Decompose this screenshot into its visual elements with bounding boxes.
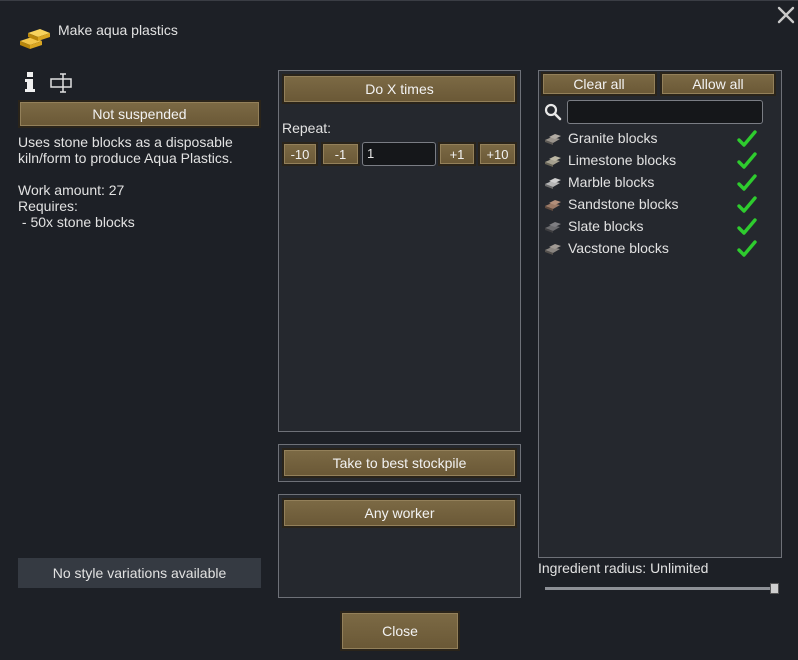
filter-item-label: Slate blocks [568,218,644,234]
filter-item[interactable]: Granite blocks [544,128,770,150]
allow-all-button[interactable]: Allow all [660,72,776,96]
repeat-label: Repeat: [282,120,332,136]
search-icon [544,103,562,121]
filter-search-input[interactable] [567,100,763,124]
filter-item[interactable]: Sandstone blocks [544,194,770,216]
slider-handle[interactable] [770,583,779,594]
decrease-1-button[interactable]: -1 [321,142,360,166]
requires-label: Requires: [18,198,78,214]
checkmark-icon[interactable] [736,194,758,216]
checkmark-icon[interactable] [736,172,758,194]
work-amount-text: Work amount: 27 [18,182,125,198]
gold-bars-icon [20,29,50,49]
filter-item[interactable]: Vacstone blocks [544,238,770,260]
repeat-mode-button[interactable]: Do X times [282,74,517,104]
worker-select-button[interactable]: Any worker [282,498,517,528]
style-variations-label: No style variations available [52,565,227,581]
filter-item-label: Granite blocks [568,130,658,146]
ingredient-radius-slider[interactable] [545,582,781,596]
checkmark-icon[interactable] [736,216,758,238]
close-window-button[interactable] [776,5,796,25]
checkmark-icon[interactable] [736,238,758,260]
filter-list: Granite blocks Limestone blocks Marble b… [540,128,778,268]
info-icon [25,72,35,92]
repeat-count-input[interactable]: 1 [362,142,436,166]
suspend-toggle-button[interactable]: Not suspended [18,100,261,128]
close-button[interactable]: Close [340,611,460,651]
increase-1-button[interactable]: +1 [438,142,476,166]
checkmark-icon[interactable] [736,150,758,172]
filter-item-label: Marble blocks [568,174,655,190]
increase-10-button[interactable]: +10 [478,142,517,166]
bill-config-window: Make aqua plastics Not suspended Uses st… [0,0,798,660]
recipe-description: Uses stone blocks as a disposable kiln/f… [18,134,233,166]
rename-icon [50,73,72,93]
filter-item[interactable]: Slate blocks [544,216,770,238]
granite-blocks-icon [545,134,561,145]
vacstone-blocks-icon [545,244,561,255]
clear-all-button[interactable]: Clear all [541,72,657,96]
store-mode-button[interactable]: Take to best stockpile [282,448,517,478]
marble-blocks-icon [545,178,561,189]
rename-button[interactable] [50,73,74,93]
slider-track [545,587,777,590]
requires-item: - 50x stone blocks [18,214,135,230]
info-button[interactable] [22,71,38,93]
sandstone-blocks-icon [545,200,561,211]
filter-item-label: Vacstone blocks [568,240,669,256]
window-title: Make aqua plastics [58,22,178,38]
slate-blocks-icon [545,222,561,233]
close-icon [777,6,795,24]
checkmark-icon[interactable] [736,128,758,150]
filter-item[interactable]: Limestone blocks [544,150,770,172]
style-variations-box: No style variations available [18,558,261,588]
decrease-10-button[interactable]: -10 [282,142,318,166]
filter-item-label: Limestone blocks [568,152,677,168]
filter-item[interactable]: Marble blocks [544,172,770,194]
filter-item-label: Sandstone blocks [568,196,679,212]
limestone-blocks-icon [545,156,561,167]
ingredient-radius-label: Ingredient radius: Unlimited [538,560,709,576]
